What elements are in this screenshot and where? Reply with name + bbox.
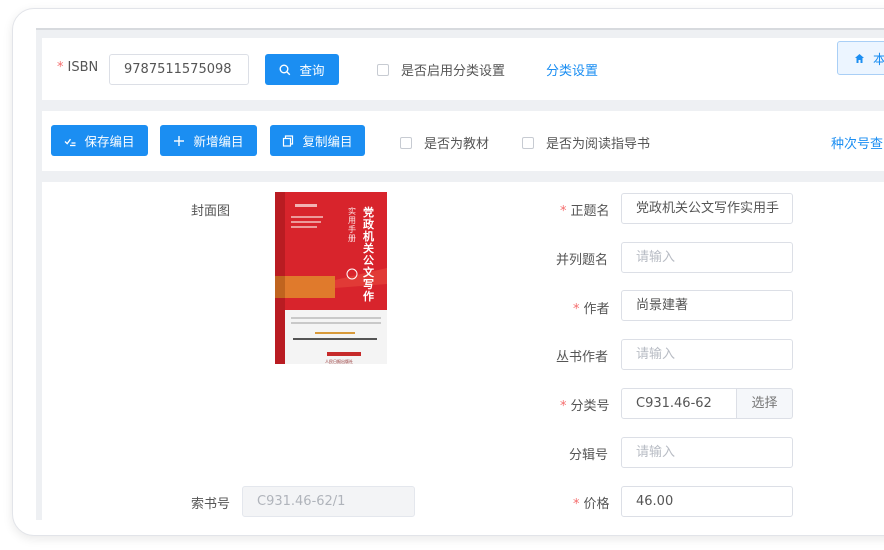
required-mark: *: [57, 60, 64, 75]
call-number-input[interactable]: C931.46-62/1: [242, 486, 415, 517]
query-button[interactable]: 查询: [265, 54, 339, 85]
classification-label: * 分类号: [560, 399, 610, 414]
search-icon: [279, 64, 291, 75]
home-icon: [855, 53, 864, 63]
cover-label: 封面图: [191, 204, 231, 219]
toolbar-panel: 保存编目 新增编目 复制编目 是否为教材 是否为阅读指导书 种次号查: [42, 111, 884, 171]
title-input[interactable]: 党政机关公文写作实用手: [621, 193, 793, 224]
series-author-input[interactable]: 请输入: [621, 339, 793, 370]
checkbox-box[interactable]: [377, 63, 389, 76]
isbn-input[interactable]: 9787511575098: [109, 54, 249, 85]
checkbox-box[interactable]: [400, 136, 412, 149]
save-catalog-button[interactable]: 保存编目: [51, 125, 148, 156]
new-catalog-button[interactable]: 新增编目: [160, 125, 257, 156]
catalog-form: 封面图 党政机关公文写作 实用手册 人民日报出版社 索书号 C931.46-62…: [42, 182, 884, 520]
volume-input[interactable]: 请输入: [621, 437, 793, 468]
volume-label: 分辑号: [569, 448, 609, 463]
home-button[interactable]: 本: [837, 41, 884, 75]
series-number-link[interactable]: 种次号查: [831, 133, 883, 152]
price-label: * 价格: [573, 497, 610, 512]
book-cover-image[interactable]: 党政机关公文写作 实用手册 人民日报出版社: [275, 192, 387, 364]
enable-classification-checkbox[interactable]: 是否启用分类设置: [377, 60, 505, 79]
checkbox-box[interactable]: [522, 136, 534, 149]
search-panel: * ISBN 9787511575098 查询 是否启用分类设置 分类设置: [42, 38, 884, 100]
isbn-label: * ISBN: [57, 60, 99, 75]
page-canvas: * ISBN 9787511575098 查询 是否启用分类设置 分类设置 本 保…: [36, 28, 884, 520]
title-label: * 正题名: [560, 204, 610, 219]
plus-icon: [174, 135, 185, 146]
author-input[interactable]: 尚景建著: [621, 290, 793, 321]
reading-guide-checkbox[interactable]: 是否为阅读指导书: [522, 133, 650, 152]
save-check-icon: [65, 138, 76, 146]
book-cover-title: 党政机关公文写作: [363, 206, 374, 303]
author-label: * 作者: [573, 302, 610, 317]
parallel-title-input[interactable]: 请输入: [621, 242, 793, 273]
copy-catalog-button[interactable]: 复制编目: [270, 125, 365, 156]
copy-icon: [283, 134, 294, 147]
textbook-checkbox[interactable]: 是否为教材: [400, 133, 489, 152]
classification-settings-link[interactable]: 分类设置: [546, 60, 598, 79]
call-number-label: 索书号: [191, 497, 231, 512]
classification-input[interactable]: C931.46-62: [621, 388, 737, 419]
select-classification-button[interactable]: 选择: [737, 388, 793, 419]
series-author-label: 丛书作者: [556, 350, 609, 365]
price-input[interactable]: 46.00: [621, 486, 793, 517]
book-cover-subtitle: 实用手册: [348, 207, 356, 243]
book-cover-publisher: 人民日报出版社: [325, 359, 353, 364]
parallel-title-label: 并列题名: [556, 253, 609, 268]
